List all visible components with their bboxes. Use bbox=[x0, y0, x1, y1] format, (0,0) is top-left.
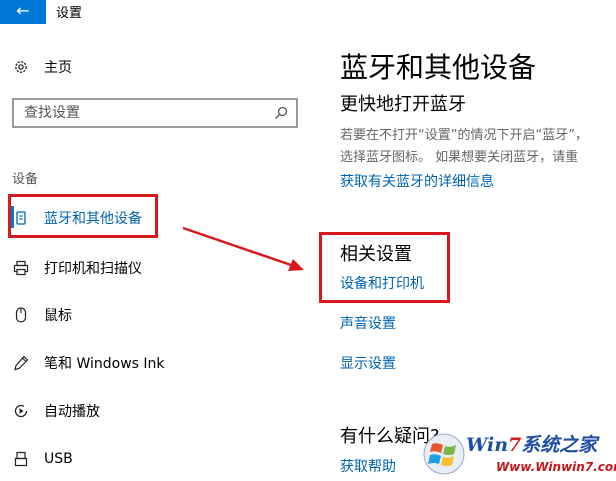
watermark-logo: Win7系统之家 Www.Winwin7.com bbox=[418, 428, 616, 481]
watermark-url: Www.Winwin7.com bbox=[496, 460, 616, 474]
annotation-arrow bbox=[182, 226, 304, 271]
watermark-brand: Win7系统之家 bbox=[466, 434, 598, 456]
windows-logo-icon bbox=[423, 433, 465, 475]
